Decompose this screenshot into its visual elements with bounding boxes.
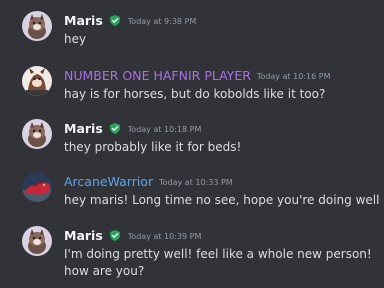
author-name[interactable]: Maris [64,13,103,28]
message-content: hey [64,31,86,48]
message-content: hey maris! Long time no see, hope you're… [64,192,379,209]
message-content: hay is for horses, but do kobolds like i… [64,86,325,103]
message-header: NUMBER ONE HAFNIR PLAYER Today at 10:16 P… [64,65,331,85]
timestamp[interactable]: Today at 10:16 PM [257,72,331,81]
maris-avatar-icon [22,11,52,41]
message-text-line: I'm doing pretty well! feel like a whole… [64,247,372,261]
maris-avatar-icon [22,226,52,256]
hypesquad-badge-icon[interactable] [108,120,122,134]
timestamp[interactable]: Today at 10:18 PM [128,125,202,134]
author-name[interactable]: NUMBER ONE HAFNIR PLAYER [64,68,251,83]
message-text-line: hey [64,32,87,46]
timestamp[interactable]: Today at 10:39 PM [128,232,202,241]
hypesquad-badge-icon[interactable] [108,12,122,26]
hypesquad-badge-icon[interactable] [108,227,122,241]
avatar[interactable] [22,11,52,41]
message-content: they probably like it for beds! [64,139,241,156]
timestamp[interactable]: Today at 9:38 PM [128,17,197,26]
chat-message-list: Maris Today at 9:38 PM hey NUMBER ONE HAF… [0,0,384,288]
message-header: ArcaneWarrior Today at 10:33 PM [64,171,233,191]
message-text-line: how are you? [64,264,145,278]
timestamp[interactable]: Today at 10:33 PM [159,178,233,187]
avatar[interactable] [22,119,52,149]
avatar[interactable] [22,226,52,256]
author-name[interactable]: ArcaneWarrior [64,174,153,189]
message-text-line: hay is for horses, but do kobolds like i… [64,87,326,101]
message-text-line: they probably like it for beds! [64,140,242,154]
avatar[interactable] [22,172,52,202]
arcanewarrior-avatar-icon [22,172,52,202]
author-name[interactable]: Maris [64,228,103,243]
author-name[interactable]: Maris [64,121,103,136]
message-header: Maris Today at 10:18 PM [64,118,201,138]
maris-avatar-icon [22,119,52,149]
message-header: Maris Today at 10:39 PM [64,225,201,245]
message-text-line: hey maris! Long time no see, hope you're… [64,193,380,207]
hafnir-avatar-icon [22,66,52,96]
avatar[interactable] [22,66,52,96]
message-content: I'm doing pretty well! feel like a whole… [64,246,372,280]
message-header: Maris Today at 9:38 PM [64,10,196,30]
